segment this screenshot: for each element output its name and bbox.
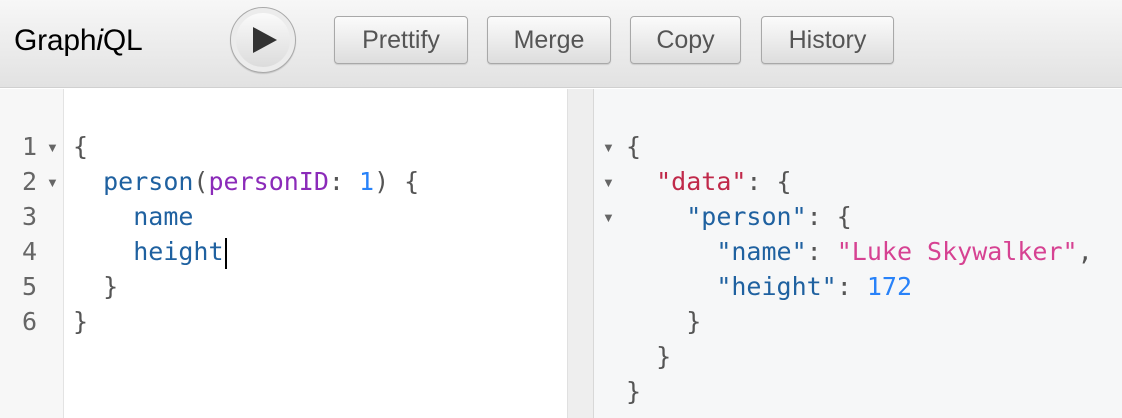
query-argument: personID	[208, 167, 329, 196]
code-line: }	[103, 272, 119, 301]
result-line: }	[626, 377, 642, 406]
fold-arrow-icon[interactable]: ▼	[602, 164, 615, 199]
result-number-value: 172	[866, 272, 912, 301]
code-line: person(personID: 1) {	[103, 167, 420, 196]
query-field: person	[103, 167, 194, 196]
play-icon	[253, 27, 277, 53]
pane-resize-handle[interactable]	[567, 89, 594, 418]
execute-query-button[interactable]	[230, 7, 296, 73]
query-field: height	[133, 237, 224, 266]
line-number: 4	[22, 237, 38, 266]
line-number: 6	[22, 307, 38, 336]
fold-arrow-icon[interactable]: ▼	[602, 199, 615, 234]
argument-value: 1	[359, 167, 375, 196]
result-key: "name"	[716, 237, 807, 266]
result-line: }	[686, 307, 702, 336]
history-button[interactable]: History	[761, 16, 894, 64]
toolbar: GraphiQL Prettify Merge Copy History	[0, 0, 1122, 88]
graphiql-app: GraphiQL Prettify Merge Copy History 1 ▼…	[0, 0, 1122, 418]
fold-arrow-icon[interactable]: ▼	[602, 129, 615, 164]
code-line: name	[73, 199, 193, 234]
fold-arrow-icon[interactable]: ▼	[46, 164, 59, 199]
result-key: "height"	[716, 272, 837, 301]
query-editor[interactable]: 1 ▼ 2 ▼ 3 4 5 6 { person(personID: 1) { …	[0, 89, 567, 418]
code-line: }	[73, 307, 89, 336]
copy-button[interactable]: Copy	[630, 16, 741, 64]
result-line: "height": 172	[716, 272, 912, 301]
text-cursor	[224, 237, 227, 269]
result-string-value: "Luke Skywalker"	[836, 237, 1078, 266]
result-line: }	[656, 342, 672, 371]
result-key: "person"	[686, 202, 807, 231]
line-number: 2	[22, 167, 38, 196]
graphiql-logo: GraphiQL	[14, 24, 143, 57]
code-line: {	[73, 132, 89, 161]
line-number: 3	[22, 202, 38, 231]
result-line: "person": {	[686, 202, 852, 231]
prettify-button[interactable]: Prettify	[334, 16, 468, 64]
line-number: 1	[22, 132, 38, 161]
query-field: name	[133, 202, 194, 231]
result-line: {	[626, 132, 642, 161]
code-line: height	[73, 234, 227, 269]
result-key: "data"	[656, 167, 747, 196]
merge-button[interactable]: Merge	[487, 16, 611, 64]
result-viewer: ▼ ▼ ▼ { "data": { "person": { "name": "L…	[594, 89, 1122, 418]
line-number: 5	[22, 272, 38, 301]
result-line: "data": {	[656, 167, 792, 196]
fold-arrow-icon[interactable]: ▼	[46, 129, 59, 164]
result-line: "name": "Luke Skywalker",	[716, 237, 1093, 266]
